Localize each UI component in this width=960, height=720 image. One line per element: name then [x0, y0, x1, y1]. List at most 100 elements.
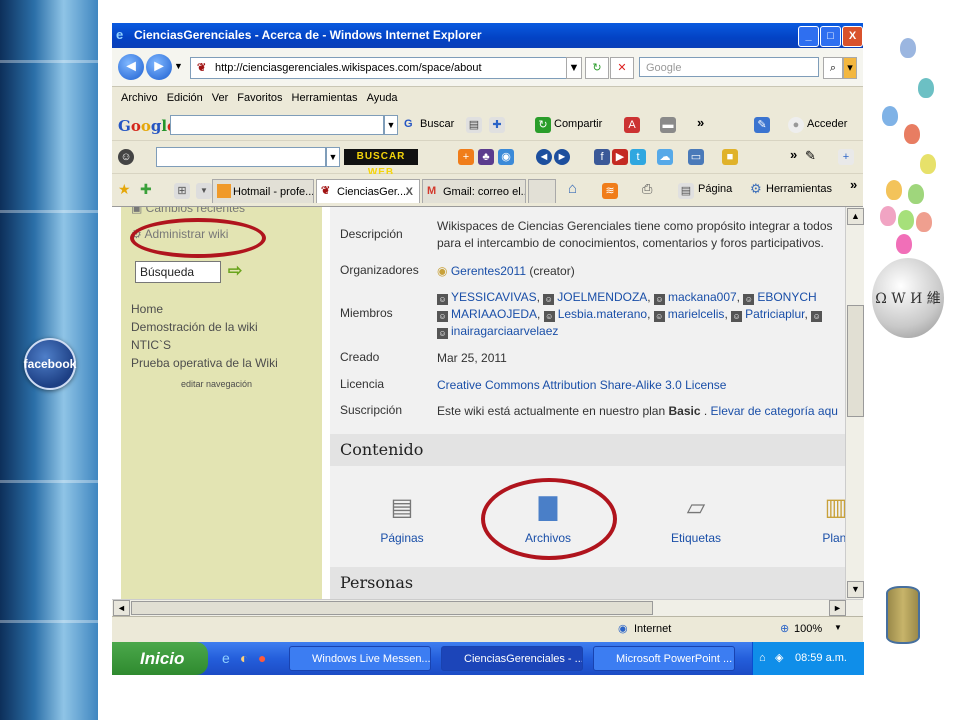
tab-gmail[interactable]: M Gmail: correo el...	[422, 179, 526, 203]
print-icon[interactable]: ⎙	[642, 181, 652, 197]
paginas-card[interactable]: ▤ Páginas	[362, 493, 442, 545]
menu-favoritos[interactable]: Favoritos	[237, 87, 282, 109]
zoom-level[interactable]: 100%	[794, 623, 822, 635]
media-quicklaunch-icon[interactable]: ●	[258, 650, 266, 666]
home-icon[interactable]: ⌂	[568, 180, 577, 197]
explorer-quicklaunch-icon[interactable]: ◐	[240, 650, 248, 666]
tabbar-more-icon[interactable]: »	[850, 177, 857, 192]
recent-pages-dropdown-icon[interactable]: ▼	[174, 61, 183, 71]
toolbar-field-dropdown-icon[interactable]: ▼	[326, 147, 340, 167]
menu-ver[interactable]: Ver	[212, 87, 229, 109]
member-link[interactable]: mackana007	[668, 290, 737, 304]
add-icon[interactable]: +	[838, 149, 854, 165]
member-link[interactable]: EBONYCH	[757, 290, 816, 304]
license-link[interactable]: Creative Commons Attribution Share-Alike…	[437, 377, 726, 393]
task-powerpoint[interactable]: Microsoft PowerPoint ...	[593, 646, 735, 671]
ie-quicklaunch-icon[interactable]: e	[222, 650, 230, 666]
herramientas-menu[interactable]: Herramientas	[766, 183, 832, 195]
new-tab-button[interactable]	[528, 179, 556, 203]
tab-close-icon[interactable]: X	[406, 180, 413, 203]
widget-icon[interactable]: ■	[722, 149, 738, 165]
menu-archivo[interactable]: Archivo	[121, 87, 158, 109]
member-link[interactable]: YESSICAVIVAS	[451, 290, 537, 304]
vertical-scroll-thumb[interactable]	[847, 305, 864, 417]
back-button[interactable]: ◄	[118, 54, 144, 80]
task-ciencias[interactable]: CienciasGerenciales - ...	[441, 646, 583, 671]
edit-navigation-link[interactable]: editar navegación	[181, 379, 252, 389]
scroll-up-icon[interactable]: ▲	[847, 208, 864, 225]
start-button[interactable]: Inicio	[112, 642, 208, 675]
google-search-field[interactable]	[170, 115, 384, 135]
google-compartir-button[interactable]: Compartir	[554, 118, 602, 130]
facebook-icon[interactable]: f	[594, 149, 610, 165]
globe-icon[interactable]: ◉	[498, 149, 514, 165]
user-icon[interactable]: ●	[788, 117, 804, 133]
game-icon[interactable]: ♣	[478, 149, 494, 165]
tray-app-icon[interactable]: ◈	[775, 642, 783, 675]
plantillas-card[interactable]: ▥ Plant	[796, 493, 845, 545]
search-go-icon[interactable]: ⌕	[823, 57, 843, 79]
search-input[interactable]: Google	[639, 57, 819, 77]
toolbar-logo-icon[interactable]: ☺	[118, 149, 134, 165]
url-dropdown-button[interactable]: ▼	[566, 57, 582, 79]
organizer-link[interactable]: Gerentes2011	[451, 264, 526, 278]
screen-icon[interactable]: ▭	[688, 149, 704, 165]
search-toolbar-more-icon[interactable]: »	[790, 147, 797, 162]
google-search-icon[interactable]: G	[404, 118, 413, 130]
media-play-icon[interactable]: ►	[554, 149, 570, 165]
etiquetas-card[interactable]: ▱ Etiquetas	[656, 493, 736, 545]
nav-ntics-link[interactable]: NTIC`S	[131, 338, 171, 352]
member-link[interactable]: inairagarciaarvelaez	[451, 324, 558, 338]
menu-ayuda[interactable]: Ayuda	[367, 87, 398, 109]
horizontal-scrollbar[interactable]: ◄ ►	[112, 599, 863, 616]
buscar-web-button[interactable]: BUSCAR WEB	[344, 149, 418, 178]
page-icon[interactable]: ▤	[678, 183, 694, 199]
nav-demo-link[interactable]: Demostración de la wiki	[131, 320, 258, 334]
google-buscar-button[interactable]: Buscar	[420, 118, 454, 130]
search-options-icon[interactable]: ▾	[843, 57, 857, 79]
refresh-button[interactable]: ↻	[585, 57, 609, 79]
toolbar-more-icon[interactable]: »	[697, 115, 704, 130]
member-link[interactable]: MARIAAOJEDA	[451, 307, 537, 321]
upgrade-link[interactable]: Elevar de categoría aqu	[711, 404, 838, 418]
tray-network-icon[interactable]: ⌂	[759, 642, 766, 675]
member-link[interactable]: Lesbia.materano	[558, 307, 647, 321]
menu-edicion[interactable]: Edición	[167, 87, 203, 109]
share-icon[interactable]: ↻	[535, 117, 551, 133]
bookmark-icon[interactable]: ▬	[660, 117, 676, 133]
weather-icon[interactable]: ☁	[657, 149, 673, 165]
vertical-scrollbar[interactable]: ▲ ▼	[845, 207, 864, 599]
maximize-button[interactable]: □	[820, 26, 841, 47]
stop-button[interactable]: ✕	[610, 57, 634, 79]
favorites-star-icon[interactable]: ★	[118, 181, 131, 198]
wrench-icon[interactable]: ✎	[754, 117, 770, 133]
tab-hotmail[interactable]: Hotmail - profe...	[212, 179, 314, 203]
youtube-icon[interactable]: ▶	[612, 149, 628, 165]
tab-ciencias[interactable]: ❦ CienciasGer... X	[316, 179, 420, 203]
puzzle-icon[interactable]: ✚	[489, 117, 505, 133]
horizontal-scroll-thumb[interactable]	[131, 601, 653, 615]
task-messenger[interactable]: Windows Live Messen...	[289, 646, 431, 671]
page-rank-icon[interactable]: ▤	[466, 117, 482, 133]
quick-tabs-icon[interactable]: ⊞	[174, 183, 190, 199]
url-field[interactable]: ❦ http://cienciasgerenciales.wikispaces.c…	[190, 57, 582, 79]
scroll-right-icon[interactable]: ►	[829, 600, 846, 616]
recent-changes-link[interactable]: ▣ Cambios recientes	[131, 207, 245, 215]
feeds-icon[interactable]: ≋	[602, 183, 618, 199]
close-button[interactable]: X	[842, 26, 863, 47]
plus-icon[interactable]: +	[458, 149, 474, 165]
member-link[interactable]: marielcelis	[668, 307, 725, 321]
scroll-down-icon[interactable]: ▼	[847, 581, 864, 598]
media-back-icon[interactable]: ◄	[536, 149, 552, 165]
pagina-menu[interactable]: Página	[698, 183, 732, 195]
tools-gear-icon[interactable]: ⚙	[750, 181, 762, 197]
toolbar-search-field[interactable]	[156, 147, 326, 167]
tab-list-dropdown-icon[interactable]: ▼	[196, 183, 212, 199]
settings-wrench-icon[interactable]: ✎	[805, 148, 816, 164]
zoom-dropdown-icon[interactable]: ▼	[834, 623, 842, 632]
wiki-search-input[interactable]: Búsqueda	[135, 261, 221, 283]
minimize-button[interactable]: _	[798, 26, 819, 47]
forward-button[interactable]: ►	[146, 54, 172, 80]
add-favorites-icon[interactable]: ✚	[140, 181, 152, 198]
menu-herramientas[interactable]: Herramientas	[292, 87, 358, 109]
